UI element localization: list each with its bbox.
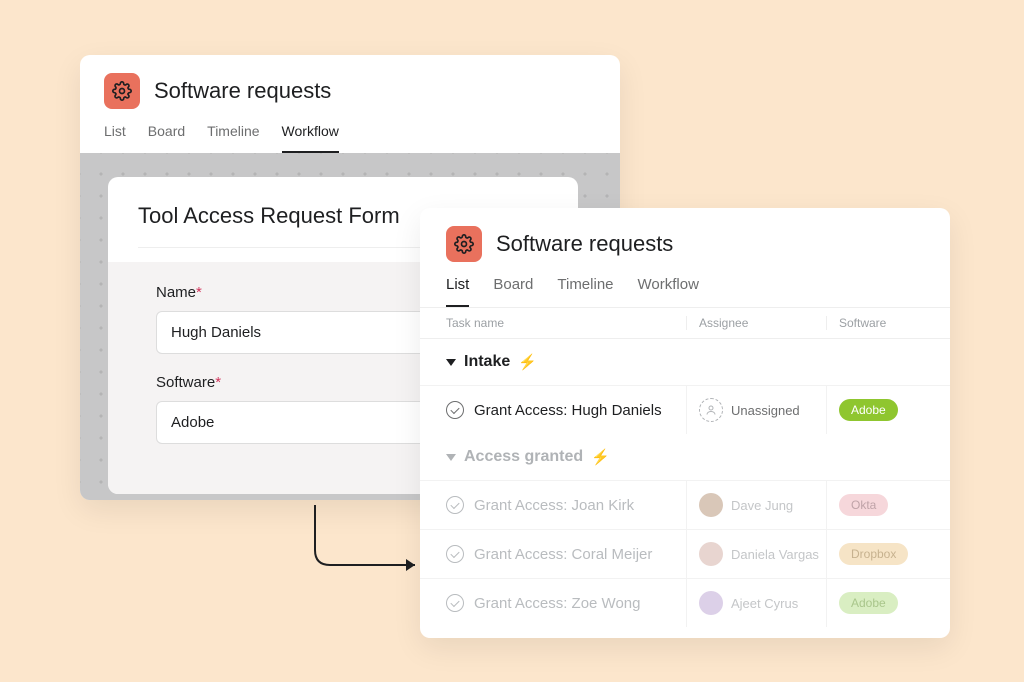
- software-cell[interactable]: Dropbox: [826, 530, 950, 578]
- check-circle-icon[interactable]: [446, 496, 464, 514]
- task-cell: Grant Access: Hugh Daniels: [420, 401, 686, 419]
- software-cell[interactable]: Adobe: [826, 579, 950, 627]
- tab-workflow[interactable]: Workflow: [282, 123, 339, 153]
- task-row[interactable]: Grant Access: Coral Meijer Daniela Varga…: [420, 529, 950, 578]
- col-software-header: Software: [826, 316, 950, 330]
- card-header: Software requests List Board Timeline Wo…: [420, 208, 950, 307]
- tabs: List Board Timeline Workflow: [104, 123, 596, 153]
- software-pill: Adobe: [839, 399, 898, 421]
- project-title: Software requests: [154, 78, 331, 104]
- tab-board[interactable]: Board: [493, 276, 533, 307]
- software-label-text: Software: [156, 374, 215, 391]
- tab-list[interactable]: List: [104, 123, 126, 153]
- task-name: Grant Access: Coral Meijer: [474, 546, 652, 563]
- section-access-granted[interactable]: Access granted ⚡: [420, 434, 950, 480]
- title-row: Software requests: [104, 73, 596, 109]
- arrow-icon: [300, 505, 430, 585]
- bolt-icon: ⚡: [591, 448, 610, 466]
- section-intake[interactable]: Intake ⚡: [420, 339, 950, 385]
- check-circle-icon[interactable]: [446, 545, 464, 563]
- person-icon: [699, 398, 723, 422]
- name-label-text: Name: [156, 284, 196, 301]
- project-title: Software requests: [496, 231, 673, 257]
- chevron-down-icon: [446, 359, 456, 366]
- software-pill: Okta: [839, 494, 888, 516]
- task-name: Grant Access: Hugh Daniels: [474, 402, 662, 419]
- list-card: Software requests List Board Timeline Wo…: [420, 208, 950, 638]
- table-header: Task name Assignee Software: [420, 307, 950, 339]
- tab-workflow[interactable]: Workflow: [638, 276, 699, 307]
- assignee-cell[interactable]: Ajeet Cyrus: [686, 579, 826, 627]
- gear-icon: [446, 226, 482, 262]
- col-assignee-header: Assignee: [686, 316, 826, 330]
- chevron-down-icon: [446, 454, 456, 461]
- gear-icon: [104, 73, 140, 109]
- check-circle-icon[interactable]: [446, 401, 464, 419]
- task-name: Grant Access: Zoe Wong: [474, 595, 640, 612]
- task-row[interactable]: Grant Access: Joan Kirk Dave Jung Okta: [420, 480, 950, 529]
- software-cell[interactable]: Adobe: [826, 386, 950, 434]
- required-marker: *: [215, 374, 221, 391]
- tab-board[interactable]: Board: [148, 123, 185, 153]
- task-name: Grant Access: Joan Kirk: [474, 497, 634, 514]
- assignee-name: Unassigned: [731, 403, 800, 418]
- task-row[interactable]: Grant Access: Hugh Daniels Unassigned Ad…: [420, 385, 950, 434]
- tab-timeline[interactable]: Timeline: [557, 276, 613, 307]
- col-task-header: Task name: [420, 316, 686, 330]
- assignee-name: Daniela Vargas: [731, 547, 819, 562]
- tabs: List Board Timeline Workflow: [446, 276, 924, 307]
- task-cell: Grant Access: Joan Kirk: [420, 496, 686, 514]
- task-cell: Grant Access: Coral Meijer: [420, 545, 686, 563]
- card-header: Software requests List Board Timeline Wo…: [80, 55, 620, 153]
- assignee-cell[interactable]: Daniela Vargas: [686, 530, 826, 578]
- task-cell: Grant Access: Zoe Wong: [420, 594, 686, 612]
- task-row[interactable]: Grant Access: Zoe Wong Ajeet Cyrus Adobe: [420, 578, 950, 627]
- required-marker: *: [196, 284, 202, 301]
- section-label: Access granted: [464, 448, 583, 466]
- software-cell[interactable]: Okta: [826, 481, 950, 529]
- avatar: [699, 542, 723, 566]
- tab-timeline[interactable]: Timeline: [207, 123, 259, 153]
- avatar: [699, 493, 723, 517]
- tab-list[interactable]: List: [446, 276, 469, 307]
- bolt-icon: ⚡: [518, 353, 537, 371]
- software-pill: Dropbox: [839, 543, 908, 565]
- assignee-name: Dave Jung: [731, 498, 793, 513]
- check-circle-icon[interactable]: [446, 594, 464, 612]
- software-pill: Adobe: [839, 592, 898, 614]
- title-row: Software requests: [446, 226, 924, 262]
- section-label: Intake: [464, 353, 510, 371]
- avatar: [699, 591, 723, 615]
- assignee-name: Ajeet Cyrus: [731, 596, 798, 611]
- assignee-cell[interactable]: Dave Jung: [686, 481, 826, 529]
- assignee-cell[interactable]: Unassigned: [686, 386, 826, 434]
